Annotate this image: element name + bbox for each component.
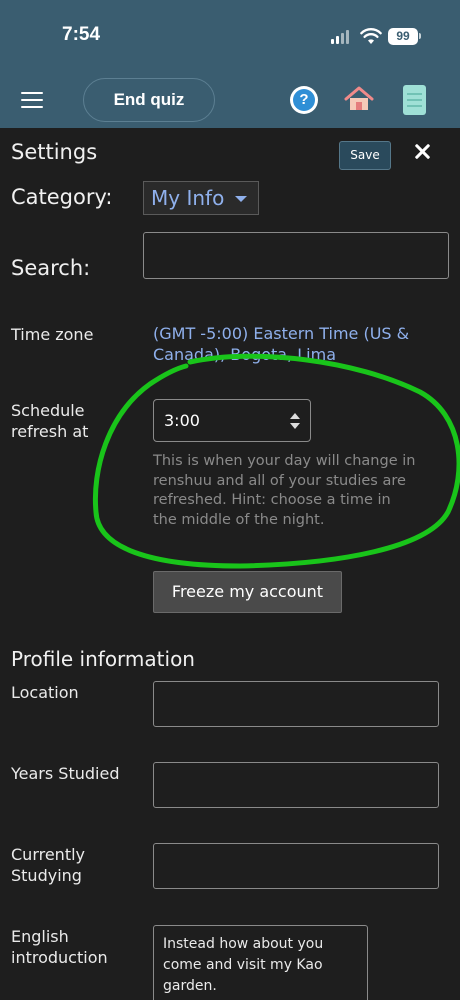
english-intro-label: English introduction: [11, 927, 108, 967]
settings-title: Settings: [11, 140, 98, 164]
currently-studying-label: Currently Studying: [11, 845, 86, 885]
search-label: Search:: [11, 256, 91, 280]
save-button[interactable]: Save: [339, 141, 391, 170]
wifi-icon: [360, 28, 382, 44]
chevron-down-icon: [235, 196, 247, 202]
cellular-signal-icon: [331, 30, 349, 44]
app-header: 7:54 99 End quiz ?: [0, 0, 460, 128]
end-quiz-button[interactable]: End quiz: [83, 78, 215, 122]
hamburger-icon[interactable]: [21, 92, 43, 108]
time-zone-label: Time zone: [11, 325, 94, 344]
years-studied-label: Years Studied: [11, 764, 120, 783]
profile-section-title: Profile information: [11, 647, 195, 671]
close-icon[interactable]: [410, 140, 434, 164]
years-studied-input[interactable]: [153, 762, 439, 808]
freeze-account-button[interactable]: Freeze my account: [153, 571, 342, 613]
location-label: Location: [11, 683, 79, 702]
english-intro-textarea[interactable]: Instead how about you come and visit my …: [153, 925, 368, 1000]
battery-indicator: 99: [388, 28, 418, 45]
question-icon[interactable]: ?: [290, 86, 318, 114]
schedule-time-select[interactable]: 3:00: [153, 399, 311, 442]
search-input[interactable]: [143, 232, 449, 279]
schedule-hint-text: This is when your day will change in ren…: [153, 453, 416, 528]
schedule-time-value: 3:00: [164, 411, 200, 430]
time-zone-link[interactable]: (GMT -5:00) Eastern Time (US & Canada), …: [153, 323, 423, 365]
house-icon[interactable]: [344, 86, 374, 112]
notebook-icon[interactable]: [403, 85, 426, 115]
status-time: 7:54: [62, 24, 101, 45]
up-down-arrows-icon: [290, 413, 300, 429]
battery-nub: [419, 33, 421, 39]
category-label: Category:: [11, 185, 113, 209]
schedule-refresh-label: Schedule refresh at: [11, 401, 89, 441]
location-input[interactable]: [153, 681, 439, 727]
currently-studying-input[interactable]: [153, 843, 439, 889]
